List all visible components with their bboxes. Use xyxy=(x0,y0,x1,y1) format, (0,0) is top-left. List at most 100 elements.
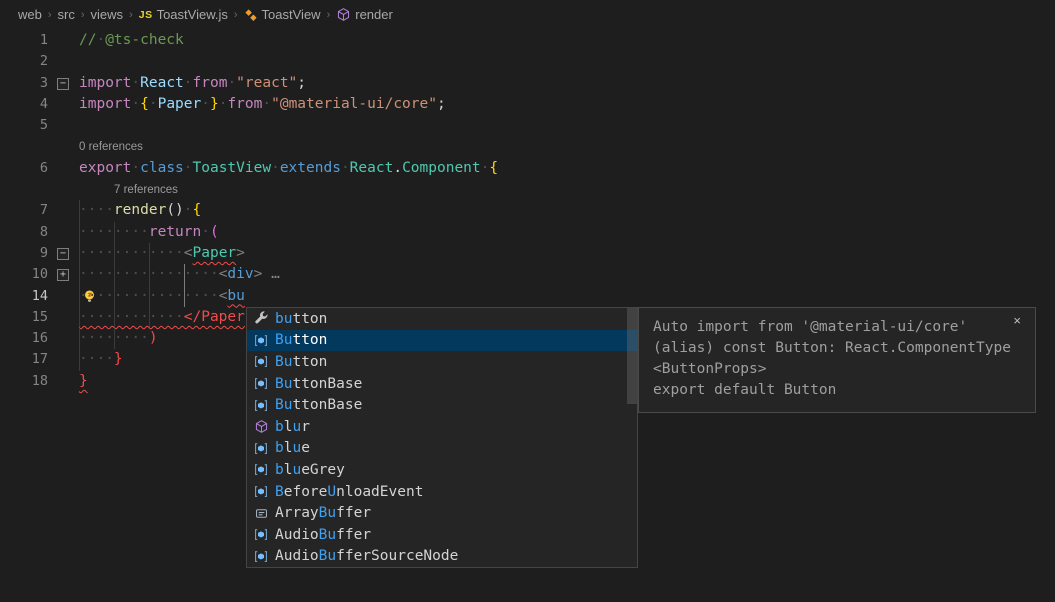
code-token: import xyxy=(79,75,131,91)
code-line: 6export·class·ToastView·extends·React.Co… xyxy=(0,158,1055,179)
code-token: () xyxy=(166,202,183,218)
line-number: 5 xyxy=(0,115,48,136)
code-text[interactable]: ········) xyxy=(79,328,158,349)
code-token: · xyxy=(201,224,210,240)
matched-chars: u xyxy=(292,440,301,456)
code-line: 10 + ················<div> … xyxy=(0,264,1055,285)
line-number: 6 xyxy=(0,158,48,179)
suggest-item-label: ButtonBase xyxy=(275,397,362,413)
symbol-reference-icon xyxy=(253,398,269,413)
docs-line: export default Button xyxy=(653,380,1021,401)
label-chars: tton xyxy=(292,332,327,348)
code-token: · xyxy=(131,96,140,112)
code-token: React xyxy=(140,75,184,91)
breadcrumb-label: ToastView xyxy=(262,7,321,22)
code-token: // xyxy=(79,32,96,48)
code-text[interactable]: //·@ts-check xyxy=(79,30,184,51)
code-text[interactable]: ················<div> … xyxy=(79,264,280,285)
code-token: return xyxy=(149,224,201,240)
breadcrumb-item-render[interactable]: render xyxy=(336,7,393,22)
code-token: . xyxy=(393,160,402,176)
label-chars: r xyxy=(301,419,310,435)
code-token: from xyxy=(227,96,262,112)
breadcrumb-label: ToastView.js xyxy=(157,7,228,22)
suggest-scrollbar[interactable] xyxy=(627,308,637,404)
symbol-reference-icon xyxy=(253,527,269,542)
code-token: { xyxy=(489,160,498,176)
code-token: ············ xyxy=(79,245,184,261)
suggest-item-icon-wrap xyxy=(247,398,275,413)
symbol-variable-icon xyxy=(254,506,269,521)
symbol-method-icon xyxy=(336,7,351,22)
code-token: bu xyxy=(227,288,244,304)
code-text[interactable]: ············<Paper> xyxy=(79,243,245,264)
breadcrumb-item-views[interactable]: views xyxy=(91,7,124,22)
label-chars: ttonBase xyxy=(292,397,362,413)
symbol-method-icon xyxy=(254,419,269,434)
breadcrumb-separator-icon: › xyxy=(48,9,52,21)
symbol-property-wrench-icon xyxy=(254,311,269,326)
suggest-item-arraybuffer[interactable]: ArrayBuffer xyxy=(247,502,637,524)
breadcrumb-item-toastview[interactable]: ToastView xyxy=(244,7,321,22)
suggest-item-buttonbase[interactable]: ButtonBase xyxy=(247,373,637,395)
matched-chars: B xyxy=(275,484,284,500)
suggest-item-icon-wrap xyxy=(247,333,275,348)
code-text[interactable]: ········return·( xyxy=(79,222,219,243)
fold-collapse-icon[interactable]: − xyxy=(57,78,69,90)
codelens-references[interactable]: 0 references xyxy=(79,137,143,158)
code-line: 4import·{·Paper·}·from·"@material-ui/cor… xyxy=(0,94,1055,115)
docs-line: <ButtonProps> xyxy=(653,359,1021,380)
label-chars: Audio xyxy=(275,527,319,543)
suggest-item-audiobuffer[interactable]: AudioBuffer xyxy=(247,524,637,546)
code-token: · xyxy=(271,160,280,176)
suggest-item-label: button xyxy=(275,311,327,327)
suggest-item-blur[interactable]: blur xyxy=(247,416,637,438)
code-token: ········ xyxy=(79,224,149,240)
code-token: Paper xyxy=(193,245,237,261)
close-icon[interactable]: × xyxy=(1013,313,1021,328)
matched-chars: Bu xyxy=(319,548,336,564)
code-token: "react" xyxy=(236,75,297,91)
fold-collapse-icon[interactable]: − xyxy=(57,248,69,260)
code-token: import xyxy=(79,96,131,112)
code-text[interactable]: import·React·from·"react"; xyxy=(79,73,306,94)
line-number: 10 xyxy=(0,264,48,285)
suggest-item-icon-wrap xyxy=(247,376,275,391)
suggest-item-icon-wrap xyxy=(247,419,275,434)
code-token: · xyxy=(227,75,236,91)
suggest-item-bluegrey[interactable]: blueGrey xyxy=(247,459,637,481)
codelens-references[interactable]: 7 references xyxy=(114,180,178,201)
suggest-item-buttonbase[interactable]: ButtonBase xyxy=(247,394,637,416)
code-text[interactable]: ············</Paper xyxy=(79,307,245,328)
code-text[interactable]: ····render()·{ xyxy=(79,200,201,221)
line-number: 18 xyxy=(0,371,48,392)
code-token: … xyxy=(271,266,280,282)
suggest-item-button[interactable]: button xyxy=(247,308,637,330)
code-token: } xyxy=(79,373,88,389)
suggest-item-blue[interactable]: blue xyxy=(247,438,637,460)
code-text[interactable]: } xyxy=(79,371,88,392)
line-number: 15 xyxy=(0,307,48,328)
code-text[interactable]: ····} xyxy=(79,349,123,370)
matched-chars: Bu xyxy=(319,505,336,521)
line-number: 14 xyxy=(0,286,48,307)
code-text[interactable]: import·{·Paper·}·from·"@material-ui/core… xyxy=(79,94,446,115)
code-token: · xyxy=(184,202,193,218)
code-text[interactable]: export·class·ToastView·extends·React.Com… xyxy=(79,158,498,179)
suggest-item-beforeunloadevent[interactable]: BeforeUnloadEvent xyxy=(247,481,637,503)
suggest-docs-text: Auto import from '@material-ui/core'(ali… xyxy=(653,317,1021,401)
suggest-item-button[interactable]: Button xyxy=(247,351,637,373)
breadcrumb-item-toastview-js[interactable]: JSToastView.js xyxy=(139,7,228,22)
fold-expand-icon[interactable]: + xyxy=(57,269,69,281)
code-token: class xyxy=(140,160,184,176)
suggest-item-button[interactable]: Button xyxy=(247,330,637,352)
breadcrumb-item-src[interactable]: src xyxy=(58,7,75,22)
matched-chars: bu xyxy=(275,311,292,327)
code-token: React xyxy=(350,160,394,176)
symbol-reference-icon xyxy=(253,462,269,477)
code-token: ········ xyxy=(79,330,149,346)
breadcrumb-item-web[interactable]: web xyxy=(18,7,42,22)
code-token: ················ xyxy=(79,288,219,304)
code-text[interactable]: ················<bu xyxy=(79,286,245,307)
suggest-item-audiobuffersourcenode[interactable]: AudioBufferSourceNode xyxy=(247,546,637,568)
